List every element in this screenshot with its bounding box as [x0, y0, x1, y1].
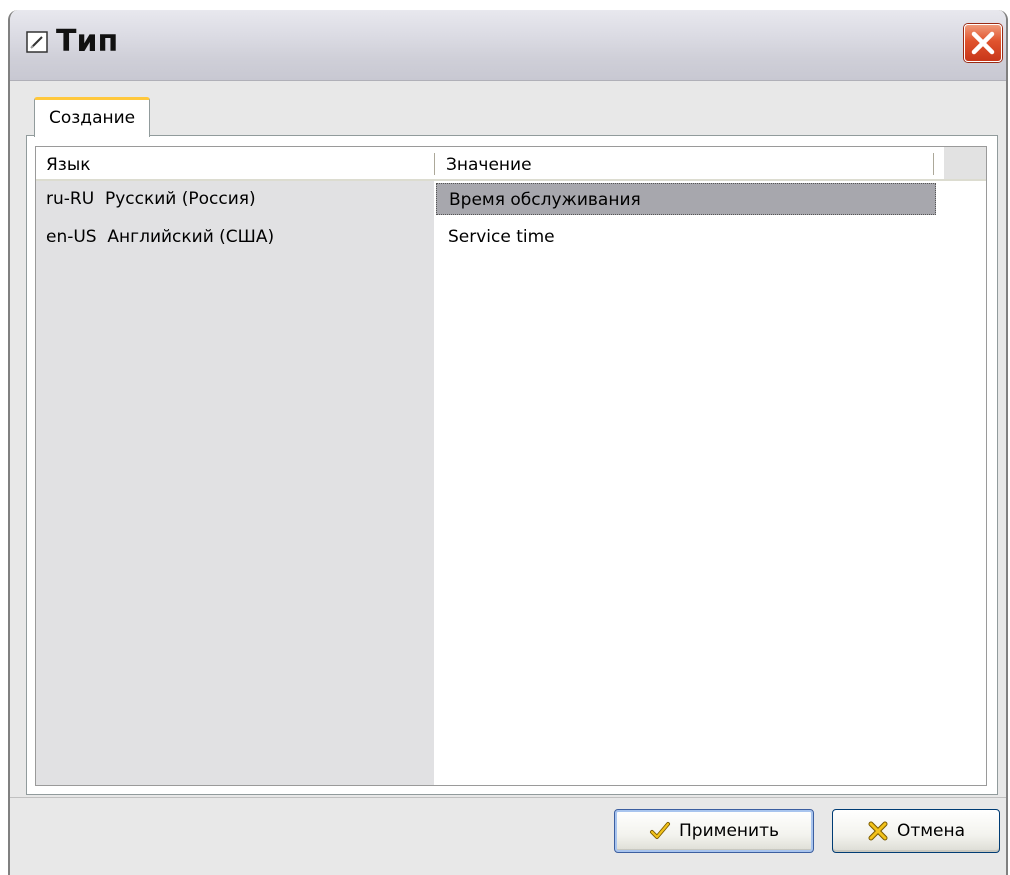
language-name: Русский (Россия): [104, 189, 256, 209]
window-title: Тип: [56, 24, 119, 59]
edit-icon: [26, 31, 48, 53]
header-corner: [944, 147, 986, 179]
tab-create[interactable]: Создание: [34, 97, 151, 137]
cancel-button[interactable]: Отмена: [832, 809, 1000, 853]
divider: [10, 797, 1006, 798]
table-row[interactable]: ru-RU Русский (Россия) Время обслуживани…: [36, 181, 988, 217]
title-bar[interactable]: Тип: [10, 10, 1006, 81]
value-cell[interactable]: Service time: [436, 221, 936, 253]
value-cell[interactable]: Время обслуживания: [436, 183, 936, 215]
language-cell[interactable]: ru-RU Русский (Россия): [46, 181, 256, 217]
column-separator[interactable]: [933, 153, 934, 175]
apply-button[interactable]: Применить: [614, 809, 814, 853]
language-name: Английский (США): [107, 227, 275, 247]
dialog-client-area: Создание Язык Значение ru-RU Русский (Ро…: [10, 81, 1006, 875]
column-separator[interactable]: [434, 153, 435, 175]
cross-icon: [867, 820, 889, 842]
cancel-button-label: Отмена: [896, 821, 966, 841]
column-header-language[interactable]: Язык: [46, 147, 91, 179]
close-button[interactable]: [964, 24, 1002, 62]
language-code: en-US: [46, 227, 97, 247]
language-cell[interactable]: en-US Английский (США): [46, 219, 274, 255]
close-icon: [971, 31, 995, 55]
language-column-background: [36, 181, 434, 785]
translations-grid: Язык Значение ru-RU Русский (Россия) Вре…: [35, 146, 987, 786]
language-code: ru-RU: [46, 189, 95, 209]
dialog-window: Тип Создание Язык Значение ru-RU Русский: [8, 10, 1008, 875]
table-row[interactable]: en-US Английский (США) Service time: [36, 219, 988, 255]
tab-panel: Язык Значение ru-RU Русский (Россия) Вре…: [26, 135, 998, 795]
grid-header: Язык Значение: [36, 147, 986, 181]
apply-button-label: Применить: [679, 821, 779, 841]
column-header-value[interactable]: Значение: [446, 147, 532, 179]
checkmark-icon: [649, 820, 671, 842]
